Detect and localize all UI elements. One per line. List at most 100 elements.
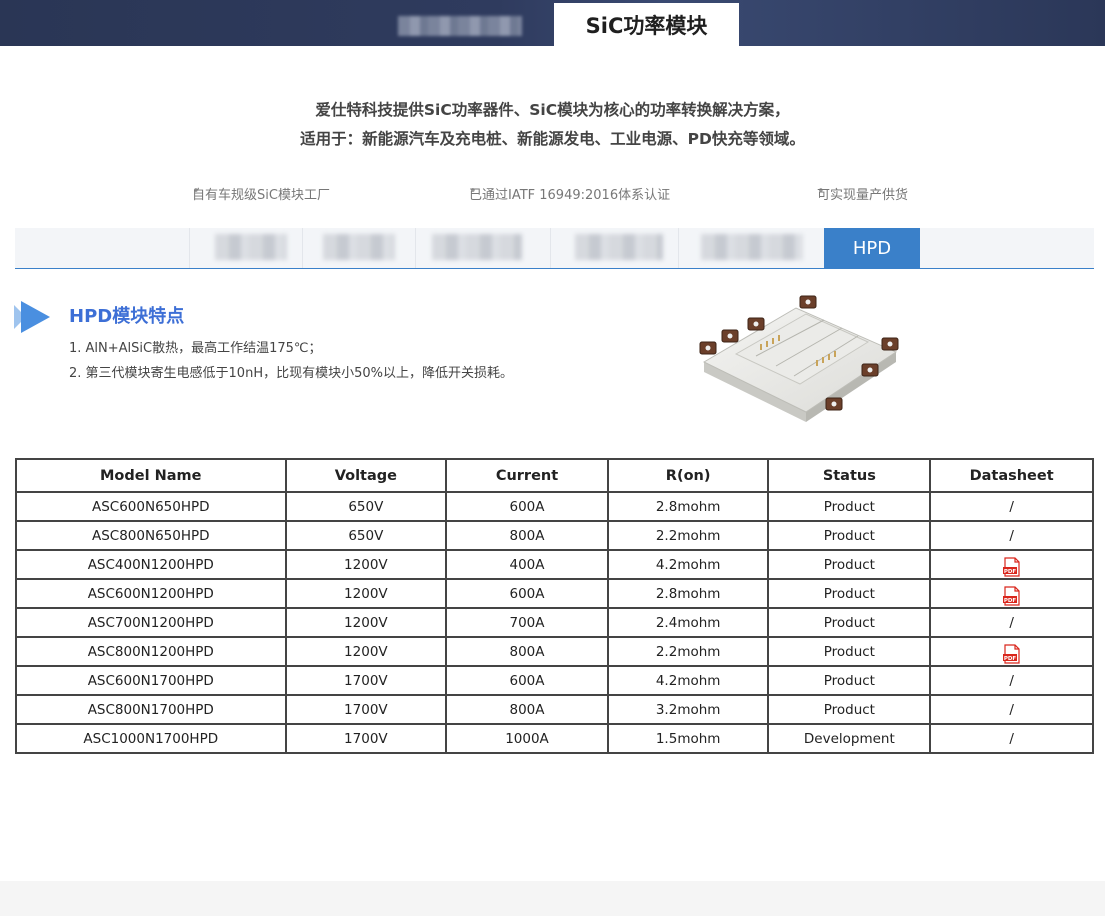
cell-model: ASC1000N1700HPD [15, 723, 287, 754]
cell-ron: 4.2mohm [606, 665, 770, 696]
cell-voltage: 1700V [284, 723, 448, 754]
cell-current: 600A [445, 578, 609, 609]
cell-current: 600A [445, 491, 609, 522]
cell-voltage: 650V [284, 491, 448, 522]
pdf-icon[interactable]: PDF [1002, 556, 1021, 577]
feature-points: 1. AlN+AlSiC散热，最高工作结温175℃； 2. 第三代模块寄生电感低… [69, 336, 513, 386]
col-header-model: Model Name [15, 458, 287, 493]
cell-voltage: 1700V [284, 665, 448, 696]
tab-blurred-1[interactable] [215, 234, 287, 260]
cell-ron: 2.8mohm [606, 578, 770, 609]
cell-model: ASC800N1700HPD [15, 694, 287, 725]
tab-blurred-3[interactable] [432, 234, 522, 260]
cell-datasheet: / [929, 665, 1094, 696]
cell-status: Product [767, 491, 932, 522]
table-row: ASC700N1200HPD 1200V 700A 2.4mohm Product / [15, 607, 1094, 638]
table-row: ASC400N1200HPD 1200V 400A 4.2mohm Product PDF [15, 549, 1094, 580]
feature-highlights: • 自有车规级SiC模块工厂 • 已通过IATF 16949:2016体系认证 • 可… [192, 184, 909, 203]
cell-status: Product [767, 549, 932, 580]
cell-voltage: 650V [284, 520, 448, 551]
cell-current: 800A [445, 636, 609, 667]
cell-datasheet[interactable]: PDF [929, 636, 1094, 667]
cell-status: Product [767, 636, 932, 667]
cell-model: ASC600N650HPD [15, 491, 287, 522]
cell-datasheet: / [929, 520, 1094, 551]
cell-voltage: 1200V [284, 578, 448, 609]
pdf-icon[interactable]: PDF [1002, 585, 1021, 606]
blurred-nav-tab[interactable] [398, 16, 522, 36]
cell-ron: 2.2mohm [606, 520, 770, 551]
cell-model: ASC800N650HPD [15, 520, 287, 551]
cell-status: Product [767, 694, 932, 725]
cell-ron: 2.4mohm [606, 607, 770, 638]
table-row: ASC600N1200HPD 1200V 600A 2.8mohm Product PDF [15, 578, 1094, 609]
table-row: ASC800N650HPD 650V 800A 2.2mohm Product / [15, 520, 1094, 551]
svg-text:PDF: PDF [1003, 568, 1016, 574]
top-banner: SiC功率模块 [0, 0, 1105, 47]
cell-ron: 3.2mohm [606, 694, 770, 725]
cell-datasheet[interactable]: PDF [929, 578, 1094, 609]
cell-ron: 1.5mohm [606, 723, 770, 754]
cell-datasheet: / [929, 694, 1094, 725]
tab-blurred-4[interactable] [575, 234, 663, 260]
col-header-datasheet: Datasheet [929, 458, 1094, 493]
feature-point: 2. 第三代模块寄生电感低于10nH，比现有模块小50%以上，降低开关损耗。 [69, 366, 513, 381]
feature-point: 1. AlN+AlSiC散热，最高工作结温175℃； [69, 341, 322, 356]
hpd-module-image [699, 295, 899, 422]
module-type-tabs: HPD [15, 228, 1094, 269]
intro-text: 爱仕特科技提供SiC功率器件、SiC模块为核心的功率转换解决方案， 适用于：新能… [0, 96, 1105, 154]
tab-divider [550, 228, 551, 268]
tab-divider [189, 228, 190, 268]
cell-status: Product [767, 607, 932, 638]
cell-current: 800A [445, 520, 609, 551]
cell-status: Development [767, 723, 932, 754]
cell-model: ASC400N1200HPD [15, 549, 287, 580]
cell-datasheet: / [929, 723, 1094, 754]
cell-current: 800A [445, 694, 609, 725]
col-header-voltage: Voltage [284, 458, 448, 493]
tab-hpd[interactable]: HPD [824, 228, 920, 268]
tab-divider [302, 228, 303, 268]
cell-current: 600A [445, 665, 609, 696]
intro-line-2: 适用于：新能源汽车及充电桩、新能源发电、工业电源、PD快充等领域。 [300, 130, 805, 148]
tab-divider [415, 228, 416, 268]
pdf-icon[interactable]: PDF [1002, 643, 1021, 664]
table-row: ASC600N650HPD 650V 600A 2.8mohm Product / [15, 491, 1094, 522]
cell-current: 400A [445, 549, 609, 580]
table-row: ASC800N1700HPD 1700V 800A 3.2mohm Product / [15, 694, 1094, 725]
cell-ron: 4.2mohm [606, 549, 770, 580]
intro-line-1: 爱仕特科技提供SiC功率器件、SiC模块为核心的功率转换解决方案， [315, 101, 790, 119]
tab-divider [678, 228, 679, 268]
table-header-row: Model Name Voltage Current R(on) Status … [15, 458, 1094, 493]
cell-voltage: 1200V [284, 549, 448, 580]
svg-text:PDF: PDF [1003, 597, 1016, 603]
footer-band [0, 881, 1105, 916]
cell-ron: 2.2mohm [606, 636, 770, 667]
section-title: HPD模块特点 [69, 306, 185, 327]
col-header-status: Status [767, 458, 932, 493]
play-arrow-icon [14, 301, 50, 333]
cell-status: Product [767, 665, 932, 696]
cell-voltage: 1700V [284, 694, 448, 725]
cell-voltage: 1200V [284, 636, 448, 667]
cell-model: ASC700N1200HPD [15, 607, 287, 638]
cell-model: ASC800N1200HPD [15, 636, 287, 667]
cell-status: Product [767, 578, 932, 609]
tab-sic-power-module[interactable]: SiC功率模块 [554, 3, 739, 47]
cell-datasheet[interactable]: PDF [929, 549, 1094, 580]
cell-ron: 2.8mohm [606, 491, 770, 522]
svg-text:PDF: PDF [1003, 655, 1016, 661]
cell-model: ASC600N1700HPD [15, 665, 287, 696]
table-row: ASC800N1200HPD 1200V 800A 2.2mohm Product PDF [15, 636, 1094, 667]
col-header-ron: R(on) [606, 458, 770, 493]
cell-status: Product [767, 520, 932, 551]
cell-current: 700A [445, 607, 609, 638]
tab-blurred-5[interactable] [701, 234, 803, 260]
table-row: ASC600N1700HPD 1700V 600A 4.2mohm Product / [15, 665, 1094, 696]
hpd-specs-table: Model Name Voltage Current R(on) Status … [15, 458, 1094, 754]
tab-blurred-2[interactable] [323, 234, 395, 260]
col-header-current: Current [445, 458, 609, 493]
cell-model: ASC600N1200HPD [15, 578, 287, 609]
table-row: ASC1000N1700HPD 1700V 1000A 1.5mohm Developm… [15, 723, 1094, 754]
cell-datasheet: / [929, 607, 1094, 638]
